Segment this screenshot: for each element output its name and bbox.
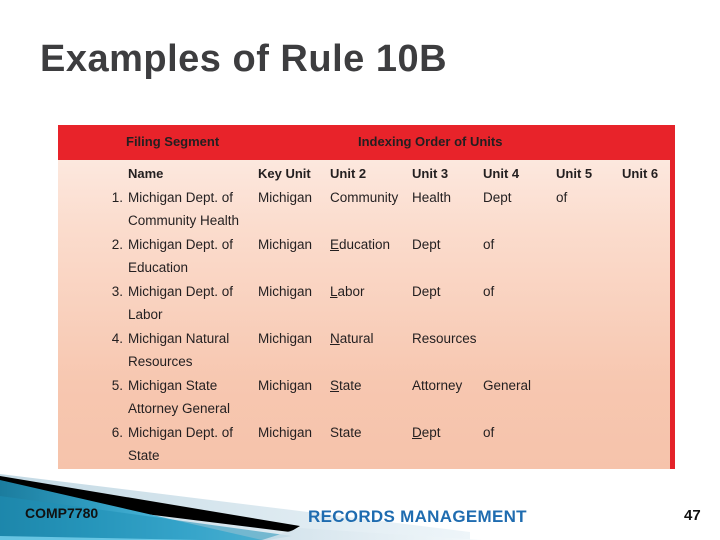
- group-header-indexing-order: Indexing Order of Units: [358, 134, 503, 149]
- table-row: 6. Michigan Dept. of State Michigan Stat…: [58, 423, 670, 470]
- row-unit-2: State: [330, 425, 362, 440]
- row-unit-3: Dept: [412, 284, 441, 299]
- row-number: 5.: [111, 378, 123, 393]
- table-row: 5. Michigan State Attorney General Michi…: [58, 376, 670, 423]
- row-unit-3: Resources: [412, 331, 477, 346]
- row-unit-1: Michigan: [258, 190, 313, 205]
- row-number: 4.: [111, 331, 123, 346]
- table-row: 4. Michigan Natural Resources Michigan N…: [58, 329, 670, 376]
- table-header-band: Filing Segment Indexing Order of Units: [58, 125, 670, 160]
- table-column-header-row: Name Key Unit Unit 2 Unit 3 Unit 4 Unit …: [58, 160, 670, 188]
- column-header-name: Name: [128, 166, 164, 181]
- column-header-unit-5: Unit 5: [556, 166, 593, 181]
- examples-table: Filing Segment Indexing Order of Units N…: [58, 125, 675, 469]
- row-unit-2: Labor: [330, 284, 365, 299]
- row-unit-2: Natural: [330, 331, 374, 346]
- table-row: 2. Michigan Dept. of Education Michigan …: [58, 235, 670, 282]
- row-name-line-1: Michigan Dept. of: [128, 284, 234, 299]
- row-unit-3: Dept: [412, 425, 441, 440]
- row-name-line-1: Michigan State: [128, 378, 218, 393]
- row-unit-3: Attorney: [412, 378, 463, 393]
- row-name-line-2: Community Health: [128, 213, 240, 228]
- row-name-line-2: State: [128, 448, 160, 463]
- row-number: 6.: [111, 425, 123, 440]
- row-name-line-1: Michigan Dept. of: [128, 425, 234, 440]
- footer-subject-label: RECORDS MANAGEMENT: [308, 507, 527, 526]
- footer-course-code: COMP7780: [25, 505, 99, 521]
- footer-page-number: 47: [684, 507, 701, 524]
- row-name-line-1: Michigan Dept. of: [128, 190, 234, 205]
- column-header-key-unit: Key Unit: [258, 166, 311, 181]
- column-header-unit-6: Unit 6: [622, 166, 659, 181]
- column-header-unit-3: Unit 3: [412, 166, 449, 181]
- group-header-filing-segment: Filing Segment: [126, 134, 220, 149]
- row-unit-2: Education: [330, 237, 391, 252]
- row-unit-1: Michigan: [258, 378, 313, 393]
- column-header-unit-2: Unit 2: [330, 166, 367, 181]
- row-unit-3: Health: [412, 190, 452, 205]
- table-row: 3. Michigan Dept. of Labor Michigan Labo…: [58, 282, 670, 329]
- page-title: Examples of Rule 10B: [40, 38, 448, 80]
- row-unit-4: of: [483, 237, 495, 252]
- row-unit-2: State: [330, 378, 362, 393]
- row-unit-2: Community: [330, 190, 399, 205]
- row-name-line-2: Education: [128, 260, 189, 275]
- row-name-line-1: Michigan Natural: [128, 331, 230, 346]
- row-unit-3: Dept: [412, 237, 441, 252]
- row-unit-4: Dept: [483, 190, 512, 205]
- row-unit-1: Michigan: [258, 331, 313, 346]
- row-name-line-2: Labor: [128, 307, 163, 322]
- row-name-line-1: Michigan Dept. of: [128, 237, 234, 252]
- row-unit-5: of: [556, 190, 568, 205]
- row-unit-4: of: [483, 425, 495, 440]
- row-unit-4: of: [483, 284, 495, 299]
- footer-banner: [0, 466, 720, 540]
- row-name-line-2: Resources: [128, 354, 193, 369]
- column-header-unit-4: Unit 4: [483, 166, 520, 181]
- table-row: 1. Michigan Dept. of Community Health Mi…: [58, 188, 670, 235]
- row-unit-4: General: [483, 378, 532, 393]
- footer-decoration-icon: [0, 474, 482, 540]
- row-number: 3.: [111, 284, 123, 299]
- row-number: 1.: [111, 190, 123, 205]
- row-name-line-2: Attorney General: [128, 401, 231, 416]
- row-unit-1: Michigan: [258, 284, 313, 299]
- row-number: 2.: [111, 237, 123, 252]
- slide: Examples of Rule 10B Filing Segment Inde…: [0, 0, 720, 540]
- row-unit-1: Michigan: [258, 237, 313, 252]
- table-body: 1. Michigan Dept. of Community Health Mi…: [58, 188, 670, 470]
- row-unit-1: Michigan: [258, 425, 313, 440]
